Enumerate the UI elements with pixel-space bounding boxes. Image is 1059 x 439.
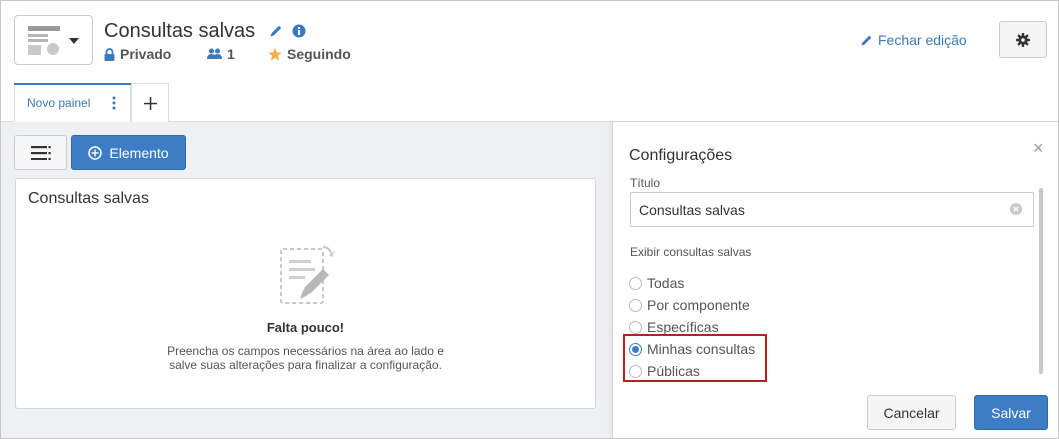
pencil-icon[interactable] [269, 24, 283, 38]
document-edit-icon [280, 246, 335, 304]
pencil-icon [861, 35, 872, 46]
add-element-button[interactable]: Elemento [71, 135, 186, 170]
page-icon-dropdown[interactable] [14, 15, 93, 65]
radio-label: Por componente [647, 297, 750, 313]
widget-title: Consultas salvas [28, 190, 149, 207]
follow-status-label: Seguindo [287, 46, 351, 62]
radio-por-componente[interactable]: Por componente [629, 297, 750, 313]
members-count-label: 1 [227, 46, 235, 62]
clear-input-icon[interactable] [1010, 203, 1022, 215]
add-tab-button[interactable] [131, 83, 169, 122]
radio-button-checked[interactable] [629, 342, 642, 356]
gear-icon [1016, 32, 1030, 47]
radio-label: Minhas consultas [647, 341, 756, 357]
add-element-label: Elemento [109, 144, 169, 161]
radio-publicas[interactable]: Públicas [629, 363, 700, 379]
empty-state-title: Falta pouco! [266, 320, 345, 335]
save-button[interactable]: Salvar [974, 395, 1048, 430]
empty-desc-line: Preencha os campos necessários na área a… [167, 344, 444, 358]
saved-queries-widget: Consultas salvas Falta pouco! Preencha o… [15, 178, 596, 409]
info-icon[interactable] [292, 24, 306, 38]
close-edit-link[interactable]: Fechar edição [860, 32, 967, 48]
radio-button[interactable] [629, 298, 642, 312]
config-panel: Configurações × Título Exibir consultas … [612, 122, 1058, 438]
lock-icon [104, 47, 115, 61]
cancel-button[interactable]: Cancelar [867, 395, 956, 430]
radio-label: Específicas [647, 319, 719, 335]
page-widgets-icon [28, 26, 60, 55]
list-menu-icon [30, 145, 51, 160]
panel-title: Configurações [629, 147, 733, 164]
more-vertical-icon[interactable] [112, 96, 116, 110]
privacy-status: Privado [104, 46, 207, 62]
members-count[interactable]: 1 [207, 46, 268, 62]
radio-button[interactable] [629, 364, 642, 378]
radio-label: Públicas [647, 363, 700, 379]
tab-novo-painel[interactable]: Novo painel [14, 83, 131, 122]
star-icon [268, 47, 282, 60]
tab-label: Novo painel [27, 95, 91, 110]
close-edit-label: Fechar edição [878, 32, 967, 48]
title-input[interactable] [630, 192, 1034, 227]
plus-icon [143, 96, 157, 110]
page-meta: Privado 1 Seguindo [104, 46, 351, 62]
plus-circle-icon [88, 145, 103, 160]
empty-desc-line: salve suas alterações para finalizar a c… [169, 358, 442, 372]
display-section-label: Exibir consultas salvas [630, 245, 752, 259]
page-title: Consultas salvas [104, 20, 256, 42]
follow-status[interactable]: Seguindo [268, 46, 351, 62]
radio-label: Todas [647, 275, 685, 291]
radio-minhas-consultas[interactable]: Minhas consultas [629, 341, 755, 357]
chevron-down-icon [69, 38, 79, 44]
close-icon[interactable]: × [1033, 139, 1044, 157]
title-icons [269, 24, 306, 38]
empty-state-description: Preencha os campos necessários na área a… [16, 344, 595, 372]
users-icon [207, 48, 222, 59]
settings-button[interactable] [999, 21, 1047, 58]
radio-button[interactable] [629, 320, 642, 334]
radio-todas[interactable]: Todas [629, 275, 684, 291]
radio-button[interactable] [629, 276, 642, 290]
layout-area: Elemento Consultas salvas Falta pouco! P… [1, 122, 612, 438]
app-window: Consultas salvas Privado 1 Seguindo Fech… [0, 0, 1059, 439]
layout-menu-button[interactable] [14, 135, 67, 170]
radio-especificas[interactable]: Específicas [629, 319, 719, 335]
privacy-label: Privado [120, 46, 172, 62]
title-field-label: Título [630, 176, 661, 188]
panel-scrollbar[interactable] [1039, 188, 1043, 374]
